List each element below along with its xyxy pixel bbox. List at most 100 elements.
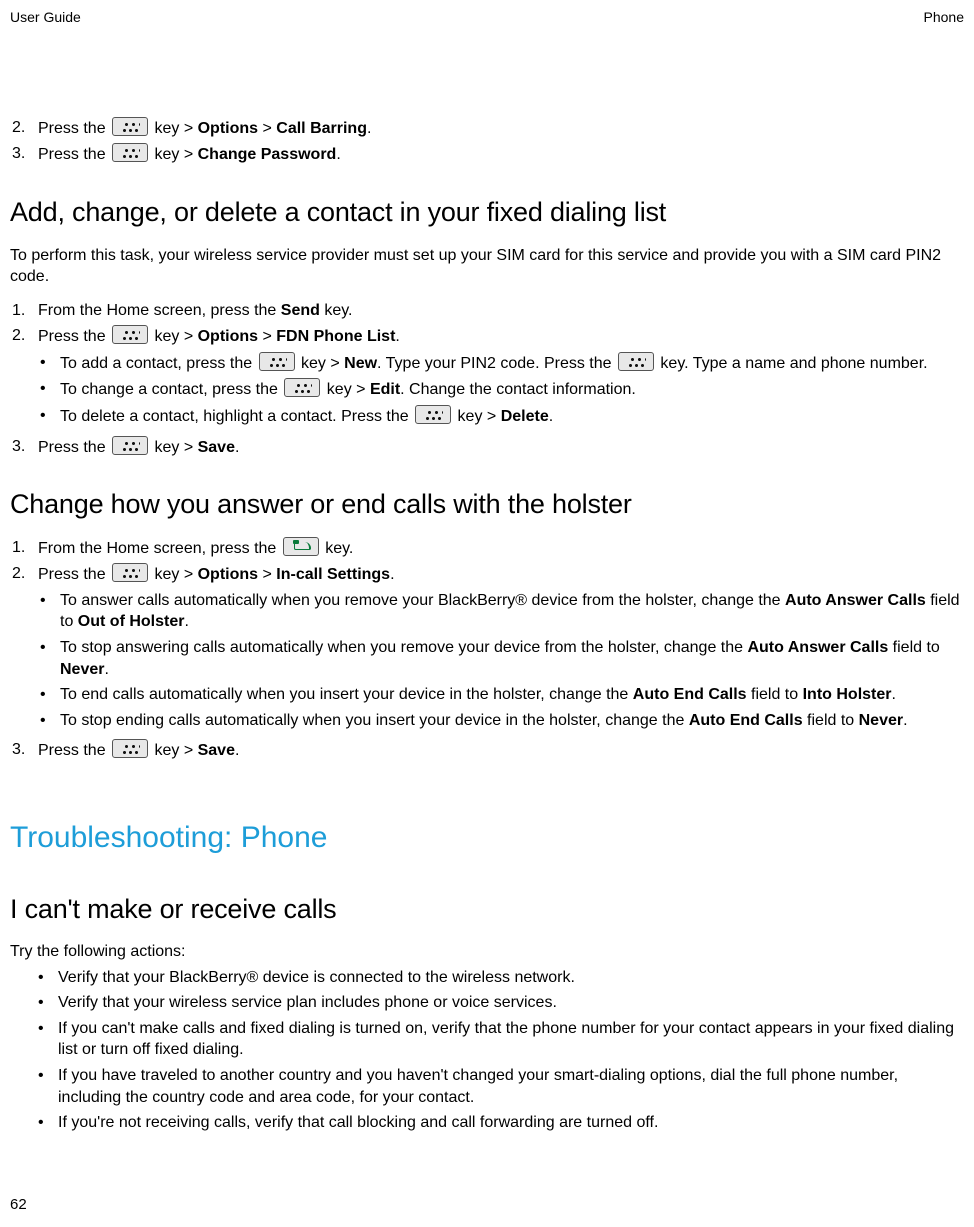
step-number: 3. [10,436,38,459]
step-1: 1. From the Home screen, press the Send … [10,300,964,322]
bold-text: Out of Holster [78,613,185,630]
section-title-holster: Change how you answer or end calls with … [10,486,964,522]
section-title-cant-call: I can't make or receive calls [10,891,964,927]
text: key > [322,381,370,398]
bold-text: Options [198,566,258,583]
text: key > [150,328,198,345]
bold-text: Call Barring [276,120,367,137]
text: To change a contact, press the [60,381,282,398]
bullet-body: If you can't make calls and fixed dialin… [58,1018,964,1061]
text: key. [320,302,353,319]
text: Press the [38,146,110,163]
bullet-body: To add a contact, press the key > New. T… [60,352,964,375]
text: key > [150,439,198,456]
step-body: Press the key > Options > Call Barring. [38,117,964,140]
sec1-steps: 1. From the Home screen, press the Send … [10,300,964,459]
text: . [903,712,907,729]
bullet-icon: • [38,590,60,633]
step-number: 1. [10,537,38,560]
text: . [104,661,108,678]
bullet-body: Verify that your BlackBerry® device is c… [58,967,964,989]
menu-key-icon [112,117,148,136]
bold-text: Send [281,302,320,319]
text: key > [150,742,198,759]
menu-key-icon [284,378,320,397]
step-number: 2. [10,563,38,735]
intro-paragraph: To perform this task, your wireless serv… [10,245,964,288]
bold-text: Never [859,712,903,729]
menu-key-icon [112,143,148,162]
step-2: 2. Press the key > Options > FDN Phone L… [10,325,964,431]
text: Press the [38,439,110,456]
text: . [395,328,399,345]
text: key > [297,355,345,372]
menu-key-icon [618,352,654,371]
text: To answer calls automatically when you r… [60,592,785,609]
text: From the Home screen, press the [38,302,281,319]
bold-text: New [344,355,377,372]
bullet-body: To stop ending calls automatically when … [60,710,964,732]
text: To stop answering calls automatically wh… [60,639,747,656]
step-number: 2. [10,325,38,431]
text: key > [150,146,198,163]
list-item: • To change a contact, press the key > E… [38,378,964,401]
step-number: 3. [10,143,38,166]
bullet-icon: • [36,1112,58,1134]
text: Press the [38,566,110,583]
bullet-icon: • [36,992,58,1014]
list-item: • To delete a contact, highlight a conta… [38,405,964,428]
top-steps-list: 2. Press the key > Options > Call Barrin… [10,117,964,166]
bold-text: Auto End Calls [633,686,747,703]
menu-key-icon [112,325,148,344]
sec2-steps: 1. From the Home screen, press the key. … [10,537,964,762]
bold-text: Delete [501,408,549,425]
bullet-icon: • [38,352,60,375]
list-item: • To stop ending calls automatically whe… [38,710,964,732]
troubleshoot-bullets: •Verify that your BlackBerry® device is … [36,967,964,1134]
bold-text: Options [198,120,258,137]
step-number: 2. [10,117,38,140]
list-item: • To add a contact, press the key > New.… [38,352,964,375]
text: From the Home screen, press the [38,540,281,557]
step-number: 3. [10,739,38,762]
bold-text: FDN Phone List [276,328,395,345]
bullet-icon: • [38,378,60,401]
bullet-body: To end calls automatically when you inse… [60,684,964,706]
bold-text: Never [60,661,104,678]
bullet-icon: • [38,405,60,428]
bullet-icon: • [38,637,60,680]
step-body: Press the key > Change Password. [38,143,964,166]
list-item: •Verify that your wireless service plan … [36,992,964,1014]
menu-key-icon [415,405,451,424]
try-line: Try the following actions: [10,941,964,963]
bullet-icon: • [36,1018,58,1061]
text: To delete a contact, highlight a contact… [60,408,413,425]
list-item: •If you're not receiving calls, verify t… [36,1112,964,1134]
list-item: •Verify that your BlackBerry® device is … [36,967,964,989]
step-body: Press the key > Save. [38,739,964,762]
bullet-body: If you're not receiving calls, verify th… [58,1112,964,1134]
chapter-title: Troubleshooting: Phone [10,818,964,859]
text: . Type your PIN2 code. Press the [377,355,616,372]
bold-text: Auto End Calls [689,712,803,729]
sub-bullets: • To answer calls automatically when you… [38,590,964,732]
text: . [367,120,371,137]
page-header: User Guide Phone [10,8,964,27]
text: . [235,439,239,456]
bullet-body: Verify that your wireless service plan i… [58,992,964,1014]
text: . Change the contact information. [400,381,636,398]
bold-text: Auto Answer Calls [747,639,888,656]
list-item: • To answer calls automatically when you… [38,590,964,633]
sub-bullets: • To add a contact, press the key > New.… [38,352,964,428]
step-body: Press the key > Save. [38,436,964,459]
text: Press the [38,120,110,137]
bullet-body: To delete a contact, highlight a contact… [60,405,964,428]
text: . [891,686,895,703]
bullet-body: To change a contact, press the key > Edi… [60,378,964,401]
header-right: Phone [924,8,964,27]
text: To add a contact, press the [60,355,257,372]
bold-text: Into Holster [803,686,892,703]
page-number: 62 [10,1195,27,1215]
menu-key-icon [112,739,148,758]
step-3: 3. Press the key > Change Password. [10,143,964,166]
